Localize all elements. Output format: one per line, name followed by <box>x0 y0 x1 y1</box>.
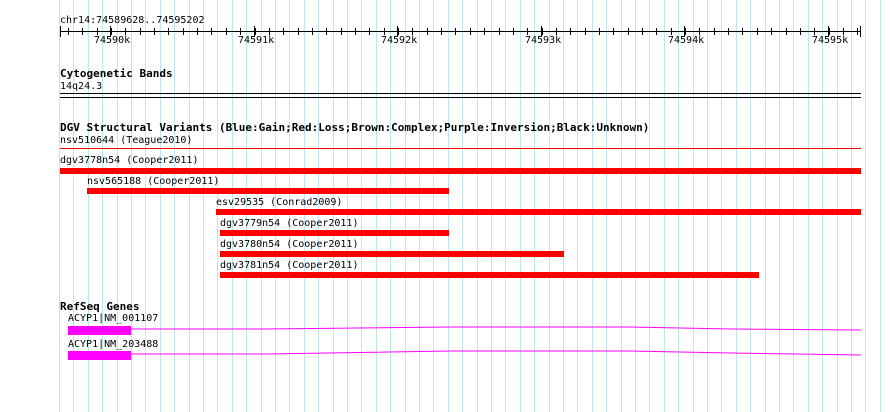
ruler-minor-tick <box>742 28 743 35</box>
ruler-minor-tick <box>269 28 270 35</box>
ruler-minor-tick <box>427 28 428 35</box>
ruler-minor-tick <box>341 28 342 35</box>
gene-intron-acyp1-nm001107 <box>131 326 861 331</box>
ruler-minor-tick <box>628 28 629 35</box>
ruler-minor-tick <box>68 28 69 35</box>
ruler-minor-tick <box>240 28 241 35</box>
ruler-minor-tick <box>369 28 370 35</box>
ruler-minor-tick <box>786 28 787 35</box>
ruler-minor-tick <box>714 28 715 35</box>
variant-label: dgv3779n54 (Cooper2011) <box>220 218 359 229</box>
ruler-minor-tick <box>771 28 772 35</box>
ruler-minor-tick <box>355 28 356 35</box>
ruler-minor-tick <box>556 28 557 35</box>
ruler-minor-tick <box>298 28 299 35</box>
ruler-tick-label: 74595k <box>812 35 849 46</box>
gene-intron-acyp1-nm203488 <box>131 350 861 356</box>
ruler-minor-tick <box>585 28 586 35</box>
grid-line <box>865 0 866 412</box>
ruler-tick-label: 74593k <box>525 35 562 46</box>
cytoband-line-bottom <box>60 97 861 98</box>
ruler-end-tick <box>860 26 861 37</box>
ruler-end-tick <box>60 26 61 37</box>
gene-exon-acyp1-nm203488[interactable] <box>68 351 131 360</box>
ruler-minor-tick <box>197 28 198 35</box>
ruler-axis <box>60 31 861 32</box>
ruler-minor-tick <box>814 28 815 35</box>
refseq-track-title: RefSeq Genes <box>60 300 140 313</box>
ruler-minor-tick <box>412 28 413 35</box>
ruler-minor-tick <box>384 28 385 35</box>
ruler-minor-tick <box>527 28 528 35</box>
variant-bar-dgv3781n54[interactable] <box>220 272 759 278</box>
variant-bar-dgv3778n54[interactable] <box>60 168 861 174</box>
dgv-track-title: DGV Structural Variants (Blue:Gain;Red:L… <box>60 121 650 134</box>
ruler-minor-tick <box>728 28 729 35</box>
ruler-minor-tick <box>470 28 471 35</box>
grid-line <box>59 0 60 412</box>
ruler-tick-label: 74592k <box>381 35 418 46</box>
ruler-minor-tick <box>699 28 700 35</box>
ruler-minor-tick <box>455 28 456 35</box>
ruler-tick-label: 74594k <box>668 35 705 46</box>
ruler-minor-tick <box>671 28 672 35</box>
ruler-minor-tick <box>312 28 313 35</box>
ruler-minor-tick <box>283 28 284 35</box>
ruler-minor-tick <box>599 28 600 35</box>
variant-bar-dgv3779n54[interactable] <box>220 230 449 236</box>
cytobands-track-title: Cytogenetic Bands <box>60 67 173 80</box>
ruler-minor-tick <box>168 28 169 35</box>
ruler-minor-tick <box>140 28 141 35</box>
cytoband-label: 14q24.3 <box>60 81 103 92</box>
variant-bar-nsv510644[interactable] <box>60 148 861 149</box>
ruler-minor-tick <box>656 28 657 35</box>
ruler-minor-tick <box>441 28 442 35</box>
ruler-minor-tick <box>513 28 514 35</box>
variant-label: dgv3778n54 (Cooper2011) <box>60 155 199 166</box>
ruler-minor-tick <box>484 28 485 35</box>
cytoband-line-top <box>60 93 861 94</box>
variant-label: dgv3781n54 (Cooper2011) <box>220 260 359 271</box>
ruler-tick-label: 74590k <box>94 35 131 46</box>
ruler-minor-tick <box>97 28 98 35</box>
ruler-minor-tick <box>757 28 758 35</box>
variant-label: dgv3780n54 (Cooper2011) <box>220 239 359 250</box>
variant-label: esv29535 (Conrad2009) <box>216 197 343 208</box>
variant-bar-nsv565188[interactable] <box>87 188 449 194</box>
ruler-minor-tick <box>642 28 643 35</box>
ruler-minor-tick <box>829 28 830 35</box>
variant-bar-esv29535[interactable] <box>216 209 861 215</box>
ruler-minor-tick <box>398 28 399 35</box>
variant-bar-dgv3780n54[interactable] <box>220 251 564 257</box>
genome-browser-panel: chr14:74589628..74595202 74590k 74591k 745… <box>0 0 890 412</box>
ruler-minor-tick <box>570 28 571 35</box>
ruler-minor-tick <box>800 28 801 35</box>
ruler-tick-label: 74591k <box>238 35 275 46</box>
ruler-minor-tick <box>499 28 500 35</box>
ruler-minor-tick <box>613 28 614 35</box>
ruler-range-label: chr14:74589628..74595202 <box>60 15 205 26</box>
ruler-minor-tick <box>82 28 83 35</box>
ruler-minor-tick <box>111 28 112 35</box>
ruler-minor-tick <box>125 28 126 35</box>
ruler-minor-tick <box>226 28 227 35</box>
variant-label: nsv510644 (Teague2010) <box>60 135 193 146</box>
ruler-minor-tick <box>326 28 327 35</box>
ruler-minor-tick <box>857 28 858 35</box>
gene-exon-acyp1-nm001107[interactable] <box>68 326 131 335</box>
variant-label: nsv565188 (Cooper2011) <box>87 176 220 187</box>
ruler-minor-tick <box>542 28 543 35</box>
ruler-minor-tick <box>154 28 155 35</box>
ruler-minor-tick <box>843 28 844 35</box>
ruler-minor-tick <box>211 28 212 35</box>
grid-line <box>880 0 881 412</box>
ruler-minor-tick <box>255 28 256 35</box>
ruler-minor-tick <box>183 28 184 35</box>
ruler-minor-tick <box>685 28 686 35</box>
